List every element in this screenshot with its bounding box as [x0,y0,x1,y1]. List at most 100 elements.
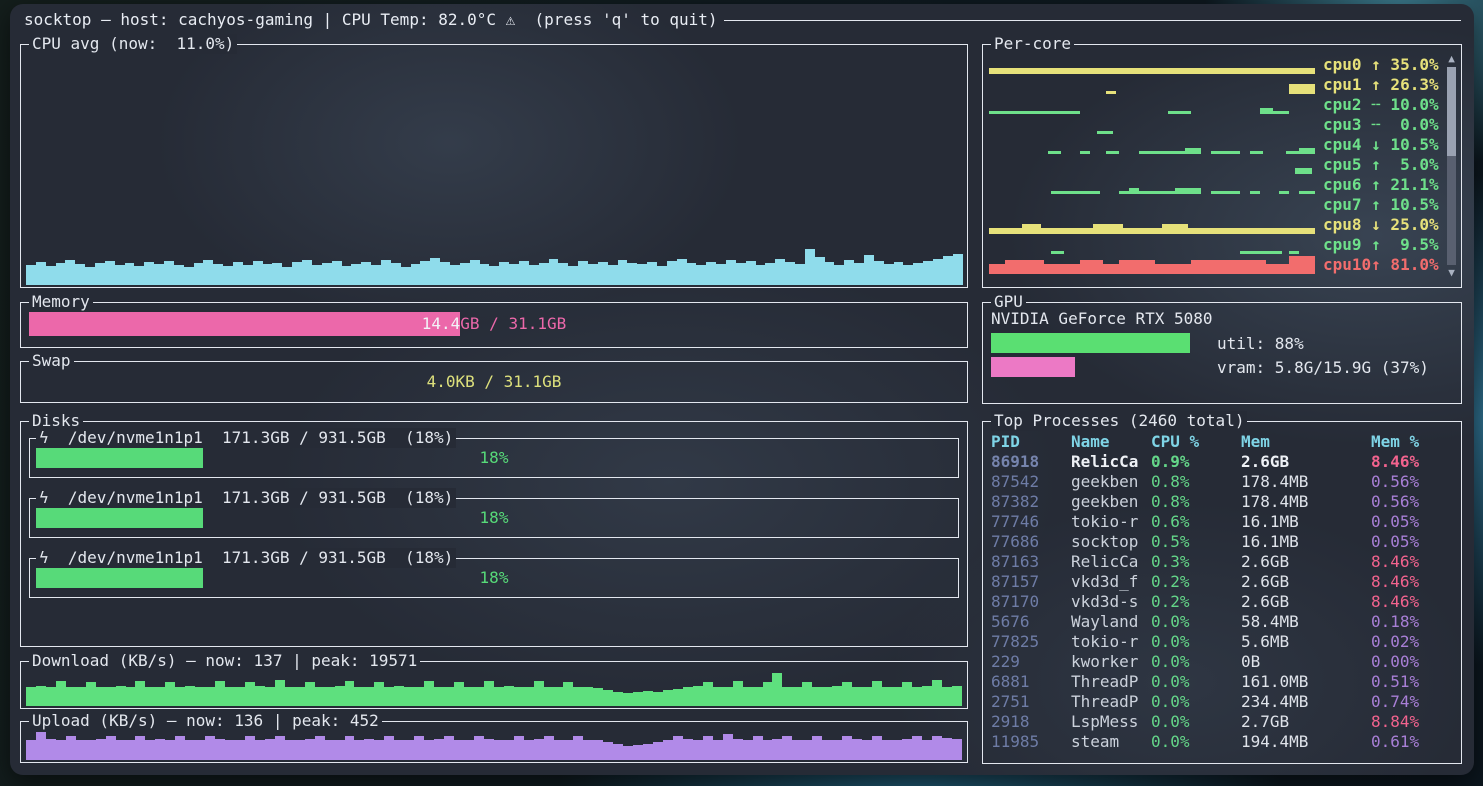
process-row[interactable]: 5676Wayland0.0%58.4MB0.18% [983,612,1457,632]
spark-bar [832,740,842,760]
core-spark-segment [1048,151,1061,154]
process-cpu-percent: 0.0% [1151,692,1190,712]
spark-bar [424,681,434,706]
process-mem: 2.6GB [1241,452,1289,472]
spark-bar [812,687,822,706]
spark-bar [842,736,852,760]
core-spark-segment [1119,260,1155,274]
spark-bar [733,739,743,760]
spark-bar [912,736,922,760]
process-row[interactable]: 2918LspMess0.0%2.7GB8.84% [983,712,1457,732]
spark-bar [765,263,775,285]
spark-bar [135,681,145,706]
process-mem: 234.4MB [1241,692,1308,712]
spark-bar [952,739,962,760]
scroll-down-icon[interactable]: ▼ [1448,267,1455,279]
core-spark-segment [989,68,1315,74]
process-pid: 5676 [991,612,1030,632]
spark-bar [667,261,677,285]
spark-bar [509,264,519,285]
core-spark-segment [1240,251,1282,254]
process-row[interactable]: 87542geekben0.8%178.4MB0.56% [983,472,1457,492]
spark-bar [733,681,743,706]
process-cpu-percent: 0.0% [1151,632,1190,652]
spark-bar [932,680,942,706]
spark-bar [563,740,573,760]
process-name: socktop [1071,532,1138,552]
spark-bar [414,736,424,760]
spark-bar [568,266,578,285]
spark-bar [588,264,598,285]
spark-bar [922,686,932,706]
app-title: socktop — host: cachyos-gaming | CPU Tem… [24,10,718,30]
disk-usage-percent: 18% [30,499,958,537]
core-row: cpu1 ↑ 26.3% [989,75,1449,95]
gpu-util-label: util: 88% [1217,334,1304,354]
process-row[interactable]: 11985steam0.0%194.4MB0.61% [983,732,1457,752]
spark-bar [633,692,643,706]
spark-bar [529,265,539,285]
spark-bar [693,740,703,760]
core-spark-segment [1191,260,1243,274]
spark-bar [184,267,194,285]
process-row[interactable]: 87382geekben0.8%178.4MB0.56% [983,492,1457,512]
spark-bar [185,686,195,706]
process-name: ThreadP [1071,692,1138,712]
spark-bar [882,687,892,706]
spark-bar [763,682,773,706]
spark-bar [772,673,782,706]
spark-bar [312,265,322,285]
process-row[interactable]: 6881ThreadP0.0%161.0MB0.51% [983,672,1457,692]
spark-bar [322,263,332,285]
spark-bar [657,266,667,285]
core-sparkline [989,175,1315,195]
process-mem-percent: 8.46% [1371,552,1419,572]
spark-bar [391,263,401,285]
process-row[interactable]: 87157vkd3d_f0.2%2.6GB8.46% [983,572,1457,592]
spark-bar [480,264,490,285]
process-mem-percent: 0.51% [1371,672,1419,692]
process-name: RelicCa [1071,552,1138,572]
core-spark-segment [1211,191,1240,194]
core-row: cpu7 ↑ 10.5% [989,195,1449,215]
spark-bar [862,740,872,760]
spark-bar [381,260,391,285]
scroll-up-icon[interactable]: ▲ [1448,53,1455,65]
disk-usage-percent: 18% [30,559,958,597]
core-sparkline [989,55,1315,75]
process-row[interactable]: 87163RelicCa0.3%2.6GB8.46% [983,552,1457,572]
spark-bar [404,687,414,706]
process-row[interactable]: 77825tokio-r0.0%5.6MB0.02% [983,632,1457,652]
spark-bar [872,736,882,760]
spark-bar [295,740,305,760]
spark-bar [623,746,633,760]
cpu-avg-sparkline [26,249,962,285]
spark-bar [524,740,534,760]
spark-bar [292,262,302,285]
spark-bar [134,266,144,285]
core-spark-segment [1168,111,1191,114]
spark-bar [494,687,504,706]
spark-bar [86,682,96,706]
spark-bar [603,690,613,706]
process-row[interactable]: 86918RelicCa0.9%2.6GB8.46% [983,452,1457,472]
scrollbar-track[interactable] [1447,67,1456,265]
spark-bar [683,739,693,760]
core-spark-segment [989,111,1080,114]
header-pid: PID [991,432,1020,452]
process-row[interactable]: 229kworker0.0%0B0.00% [983,652,1457,672]
spark-bar [913,263,923,285]
spark-bar [116,686,126,706]
per-core-scrollbar[interactable]: ▲ ▼ [1446,53,1457,279]
process-row[interactable]: 77746tokio-r0.6%16.1MB0.05% [983,512,1457,532]
scrollbar-thumb[interactable] [1447,67,1456,156]
spark-bar [514,687,524,706]
process-row[interactable]: 77686socktop0.5%16.1MB0.05% [983,532,1457,552]
process-row[interactable]: 87170vkd3d-s0.2%2.6GB8.46% [983,592,1457,612]
process-row[interactable]: 2751ThreadP0.0%234.4MB0.74% [983,692,1457,712]
spark-bar [205,736,215,760]
spark-bar [653,742,663,760]
spark-bar [549,259,559,285]
spark-bar [608,265,618,285]
core-label: cpu4 ↓ 10.5% [1323,135,1439,155]
